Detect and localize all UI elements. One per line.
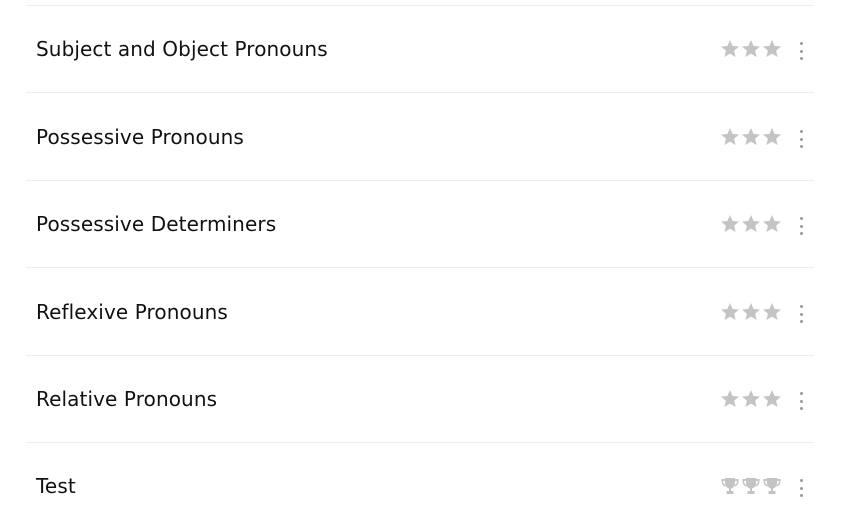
more-vertical-icon[interactable] bbox=[792, 216, 810, 236]
trophy-icon bbox=[742, 478, 760, 494]
star-icon bbox=[721, 128, 739, 145]
lesson-row-test[interactable]: Test bbox=[26, 443, 814, 530]
star-icon bbox=[742, 215, 760, 232]
star-icon bbox=[721, 215, 739, 232]
star-icon bbox=[763, 303, 781, 320]
star-icon bbox=[742, 128, 760, 145]
lesson-rating bbox=[720, 127, 782, 149]
lesson-row-possessive-pronouns[interactable]: Possessive Pronouns bbox=[26, 94, 814, 181]
star-icon bbox=[742, 390, 760, 407]
lesson-title: Reflexive Pronouns bbox=[36, 300, 228, 324]
star-icon bbox=[763, 390, 781, 407]
star-icon bbox=[721, 390, 739, 407]
star-icon bbox=[763, 40, 781, 57]
more-vertical-icon[interactable] bbox=[792, 41, 810, 61]
star-icon bbox=[721, 303, 739, 320]
lesson-title: Possessive Pronouns bbox=[36, 125, 244, 149]
star-icon bbox=[742, 40, 760, 57]
more-vertical-icon[interactable] bbox=[792, 304, 810, 324]
star-icon bbox=[742, 303, 760, 320]
lesson-rating bbox=[720, 39, 782, 61]
lesson-title: Relative Pronouns bbox=[36, 387, 218, 411]
lesson-rating bbox=[720, 302, 782, 324]
star-icon bbox=[721, 40, 739, 57]
lesson-row-subject-object-pronouns[interactable]: Subject and Object Pronouns bbox=[26, 6, 814, 93]
lesson-title: Possessive Determiners bbox=[36, 212, 277, 236]
lesson-row-relative-pronouns[interactable]: Relative Pronouns bbox=[26, 356, 814, 443]
more-vertical-icon[interactable] bbox=[792, 391, 810, 411]
lesson-rating bbox=[720, 476, 782, 498]
lesson-title: Test bbox=[36, 474, 76, 498]
lesson-title: Subject and Object Pronouns bbox=[36, 37, 328, 61]
more-vertical-icon[interactable] bbox=[792, 129, 810, 149]
lesson-row-reflexive-pronouns[interactable]: Reflexive Pronouns bbox=[26, 269, 814, 356]
lesson-rating bbox=[720, 214, 782, 236]
lesson-row-possessive-determiners[interactable]: Possessive Determiners bbox=[26, 181, 814, 268]
star-icon bbox=[763, 128, 781, 145]
trophy-icon bbox=[721, 478, 739, 494]
trophy-icon bbox=[763, 478, 781, 494]
more-vertical-icon[interactable] bbox=[792, 478, 810, 498]
star-icon bbox=[763, 215, 781, 232]
lesson-rating bbox=[720, 389, 782, 411]
